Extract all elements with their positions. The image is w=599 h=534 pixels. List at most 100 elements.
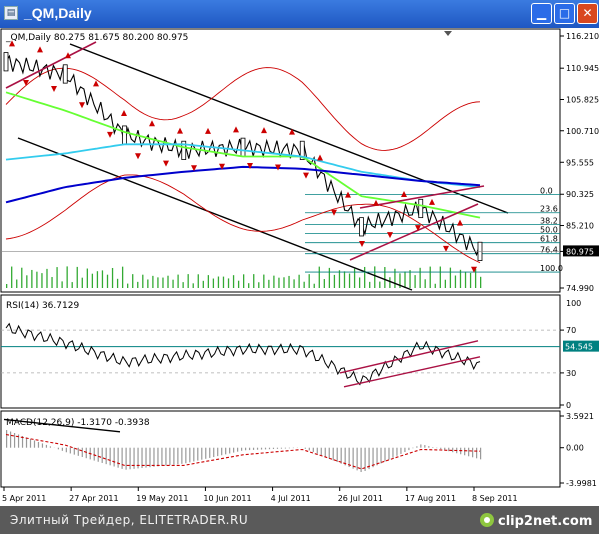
macd-histogram-bar (197, 447, 199, 461)
logo-text: clip2net.com (498, 514, 592, 529)
volume-bar (26, 275, 28, 288)
macd-histogram-bar (189, 447, 191, 463)
macd-histogram-bar (181, 447, 183, 464)
volume-bar (374, 266, 376, 288)
macd-histogram-bar (101, 447, 103, 463)
volume-bar (172, 279, 174, 288)
macd-histogram-bar (29, 438, 32, 448)
macd-histogram-bar (241, 447, 243, 451)
macd-histogram-bar (356, 447, 358, 471)
volume-bar (187, 274, 189, 288)
volume-bar (389, 277, 391, 288)
macd-histogram-bar (404, 447, 406, 453)
volume-bar (424, 279, 426, 288)
price-axis-label: 116.210 (566, 32, 599, 41)
macd-histogram-bar (205, 447, 207, 459)
volume-bar (31, 269, 33, 288)
macd-histogram-bar (117, 447, 119, 468)
macd-histogram-bar (380, 447, 382, 464)
macd-histogram-bar (49, 446, 52, 448)
macd-histogram-bar (77, 447, 79, 456)
minimize-button[interactable]: ▁ (531, 3, 552, 24)
x-axis-label: 27 Apr 2011 (69, 494, 118, 503)
macd-histogram-bar (416, 446, 418, 448)
volume-bar (278, 277, 280, 288)
volume-bar (11, 266, 13, 288)
fib-level-label: 61.8 (540, 235, 558, 244)
macd-histogram-bar (344, 447, 346, 466)
close-button[interactable]: ✕ (577, 3, 598, 24)
volume-bar (434, 283, 436, 288)
price-axis-label: 95.555 (566, 158, 594, 167)
volume-bar (167, 275, 169, 288)
macd-histogram-bar (217, 447, 219, 457)
maximize-button[interactable]: □ (554, 3, 575, 24)
window-title: _QM,Daily (24, 5, 92, 21)
macd-axis-label: 0.00 (566, 444, 584, 453)
volume-bar (222, 276, 225, 288)
macd-histogram-bar (13, 433, 16, 448)
volume-bar (46, 268, 48, 288)
volume-bar (61, 281, 63, 288)
price-axis-label: 100.710 (566, 127, 599, 136)
chart-svg: 0.0 23.6 38.250.061.8 76.4 100.0 116.210 110.… (0, 28, 599, 503)
volume-bar (232, 275, 235, 288)
current-price-label: 80.975 (566, 247, 594, 256)
volume-bar (444, 279, 447, 288)
macd-histogram-bar (221, 447, 223, 456)
volume-bar (298, 274, 300, 288)
macd-histogram-bar (448, 447, 450, 452)
macd-histogram-bar (372, 447, 374, 468)
fib-level-label: 23.6 (540, 205, 558, 214)
fib-level-label: 0.0 (540, 186, 553, 195)
volume-bar (333, 274, 336, 288)
volume-bar (248, 283, 250, 288)
macd-histogram-bar (41, 443, 44, 448)
macd-histogram-bar (165, 447, 167, 466)
macd-histogram-bar (428, 446, 430, 448)
footer-bar: Элитный Трейдер, ELITETRADER.RU clip2net… (0, 506, 599, 534)
macd-histogram-bar (328, 447, 330, 459)
macd-histogram-bar (388, 447, 390, 460)
macd-histogram-bar (256, 447, 259, 450)
volume-bar (76, 266, 78, 288)
volume-bar (142, 274, 144, 288)
volume-bar (253, 274, 255, 288)
macd-histogram-bar (25, 437, 28, 448)
macd-histogram-bar (316, 447, 318, 454)
volume-bar (429, 266, 431, 288)
macd-histogram-bar (360, 447, 362, 473)
volume-bar (121, 266, 124, 288)
x-axis-label: 5 Apr 2011 (2, 494, 46, 503)
rsi-axis-label: 30 (566, 369, 576, 378)
close-icon: ✕ (582, 6, 593, 20)
macd-histogram-bar (153, 447, 155, 467)
volume-bar (127, 283, 129, 288)
macd-histogram-bar (121, 447, 123, 469)
price-axis-label: 85.210 (566, 222, 594, 231)
volume-bar (56, 267, 58, 288)
macd-histogram-bar (348, 447, 350, 468)
volume-bar (343, 271, 346, 288)
macd-histogram-bar (129, 447, 131, 470)
window-title-bar[interactable]: ▤ _QM,Daily ▁ □ ✕ (0, 0, 599, 28)
candle (3, 52, 9, 72)
chart-area[interactable]: 0.0 23.6 38.2 50.0 61.8 76.4 100.0 116.210 110.… (0, 28, 599, 508)
macd-histogram-bar (312, 447, 314, 453)
x-axis-label: 8 Sep 2011 (472, 494, 518, 503)
macd-histogram-bar (193, 447, 195, 462)
macd-histogram-bar (113, 447, 115, 467)
macd-histogram-bar (320, 447, 322, 456)
macd-histogram-bar (452, 447, 454, 453)
volume-bar (66, 266, 68, 288)
macd-histogram-bar (480, 447, 482, 460)
volume-bar (353, 268, 356, 288)
macd-histogram-bar (268, 447, 271, 450)
volume-bar (419, 267, 421, 288)
macd-histogram-bar (177, 447, 179, 465)
candle (122, 125, 127, 145)
volume-bar (293, 279, 295, 288)
volume-bar (439, 266, 441, 288)
volume-bar (268, 279, 270, 288)
macd-histogram-bar (97, 447, 99, 462)
